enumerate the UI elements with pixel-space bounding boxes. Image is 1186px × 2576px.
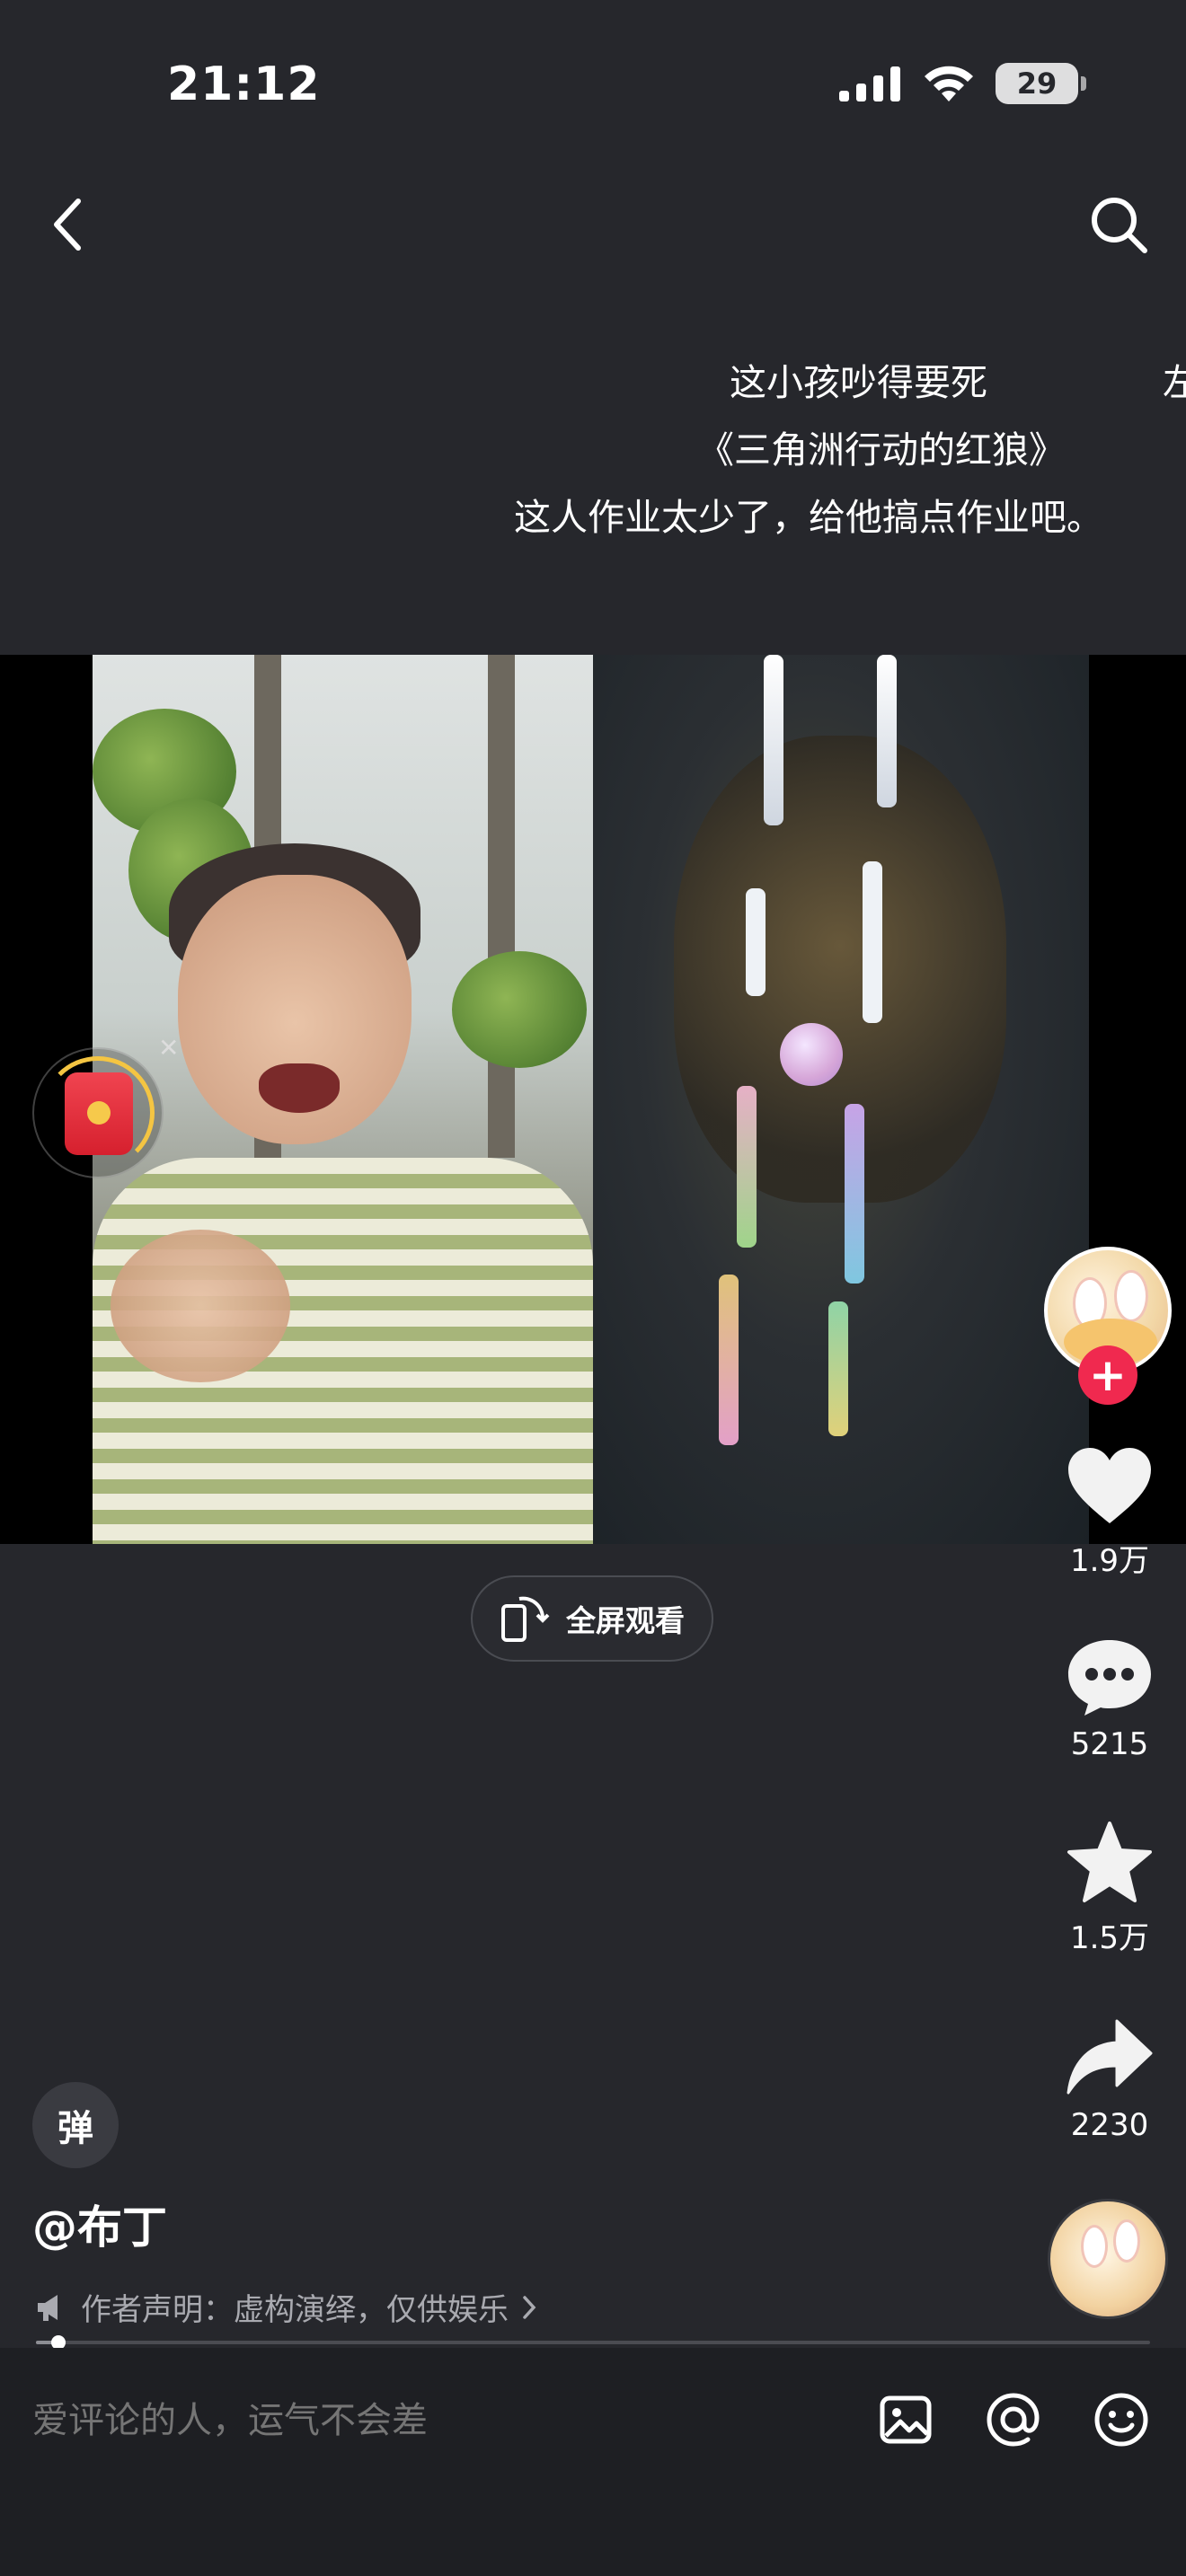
follow-button[interactable]: + — [1078, 1345, 1137, 1405]
comment-input[interactable] — [32, 2400, 841, 2441]
emoji-icon — [1094, 2393, 1148, 2447]
at-icon — [987, 2393, 1040, 2447]
signal-icon — [839, 66, 900, 101]
author-name[interactable]: @布丁 — [32, 2192, 167, 2256]
fullscreen-button[interactable]: 全屏观看 — [471, 1575, 713, 1662]
danmaku-item: 左 — [1163, 361, 1186, 404]
favorite-button[interactable]: 1.5万 — [1051, 1820, 1168, 1957]
share-count: 2230 — [1070, 2107, 1149, 2143]
like-count: 1.9万 — [1069, 1543, 1150, 1579]
image-button[interactable] — [870, 2384, 942, 2456]
author-declaration[interactable]: 作者声明：虚构演绎，仅供娱乐 — [36, 2285, 537, 2329]
wifi-icon — [925, 66, 973, 101]
like-button[interactable]: 1.9万 — [1051, 1446, 1168, 1580]
video-player[interactable] — [0, 655, 1186, 1544]
progress-bar[interactable] — [36, 2335, 1150, 2350]
red-packet-close-icon[interactable]: ✕ — [158, 1033, 179, 1063]
comment-count: 5215 — [1070, 1726, 1149, 1762]
emoji-button[interactable] — [1085, 2384, 1157, 2456]
danmu-toggle-button[interactable]: 弹 — [32, 2082, 119, 2168]
chevron-right-icon — [523, 2295, 536, 2319]
share-button[interactable]: 2230 — [1051, 2017, 1168, 2143]
comment-bar — [0, 2348, 1186, 2576]
music-disc[interactable] — [1048, 2199, 1168, 2319]
star-icon — [1067, 1822, 1152, 1902]
comment-button[interactable]: 5215 — [1051, 1636, 1168, 1762]
fullscreen-label: 全屏观看 — [566, 1603, 685, 1638]
status-icons: 29 — [839, 63, 1086, 104]
battery-icon: 29 — [996, 63, 1086, 104]
heart-icon — [1068, 1448, 1151, 1523]
video-right-panel — [593, 655, 1089, 1544]
video-left-panel — [93, 655, 593, 1544]
share-arrow-icon — [1067, 2019, 1153, 2095]
back-button[interactable] — [36, 189, 99, 260]
image-icon — [880, 2395, 932, 2444]
back-arrow-icon — [54, 198, 81, 251]
favorite-count: 1.5万 — [1069, 1920, 1150, 1956]
danmaku-item: 这小孩吵得要死 — [730, 361, 987, 404]
comment-bubble-icon — [1068, 1640, 1151, 1716]
status-time: 21:12 — [167, 57, 321, 111]
declaration-text: 作者声明：虚构演绎，仅供娱乐 — [81, 2292, 509, 2328]
search-button[interactable] — [1078, 184, 1159, 265]
rotate-phone-icon — [501, 1596, 550, 1642]
red-packet-widget[interactable] — [32, 1047, 164, 1178]
danmaku-item: 《三角洲行动的红狼》 — [697, 428, 1066, 472]
megaphone-icon — [38, 2294, 58, 2321]
search-icon — [1092, 198, 1147, 253]
danmaku-item: 这人作业太少了，给他搞点作业吧。 — [514, 496, 1103, 539]
battery-level: 29 — [1016, 66, 1058, 101]
mention-button[interactable] — [978, 2384, 1049, 2456]
